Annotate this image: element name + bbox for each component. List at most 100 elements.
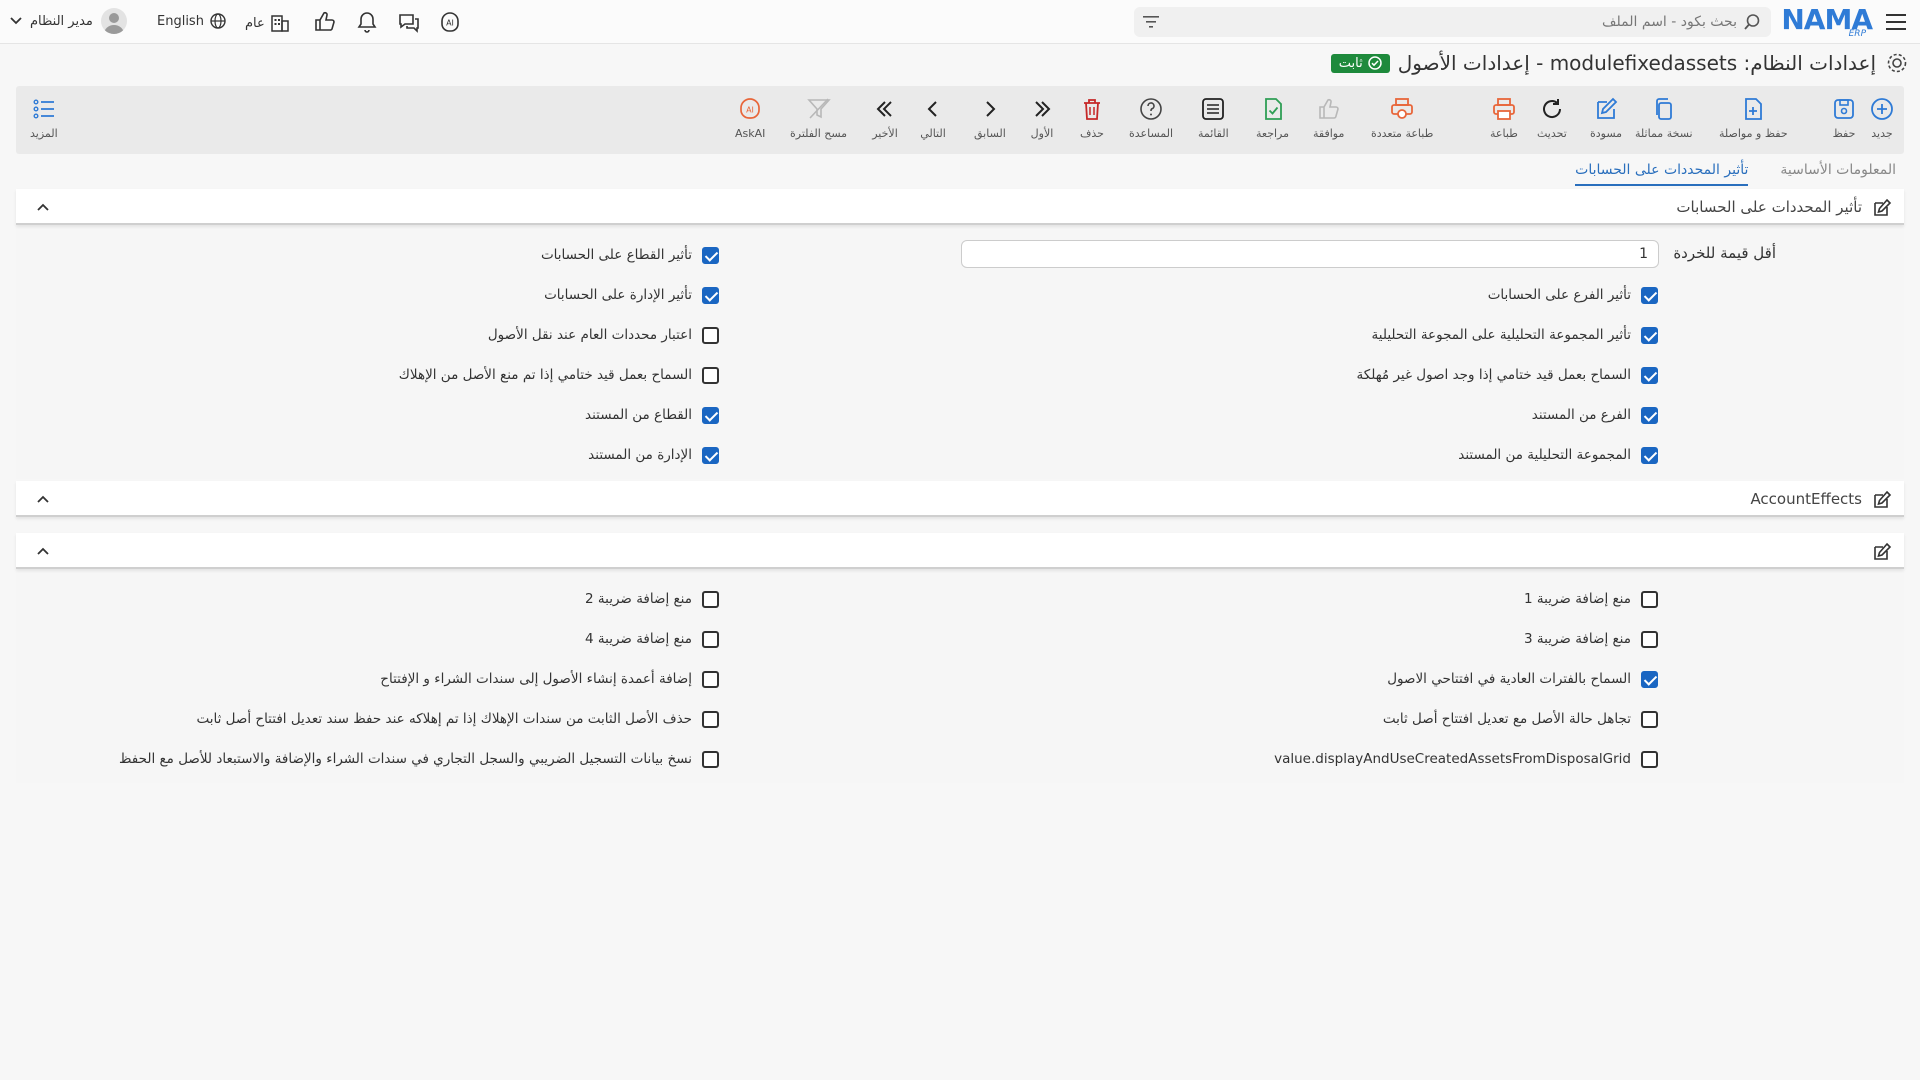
checkbox-row[interactable]: منع إضافة ضريبة 4 [585,628,719,650]
multi-print-button[interactable]: طباعة متعددة [1371,96,1433,140]
thumbs-up-icon[interactable] [313,10,337,34]
top-bar: NAMA ERP AI عام English مدير النظام [0,0,1920,44]
checkbox-row[interactable]: الإدارة من المستند [588,444,719,466]
checkbox-label: إضافة أعمدة إنشاء الأصول إلى سندات الشرا… [380,671,692,687]
askai-button[interactable]: AI AskAI [735,96,765,140]
checkbox-row[interactable]: إضافة أعمدة إنشاء الأصول إلى سندات الشرا… [380,668,719,690]
ai-assistant-icon[interactable]: AI [438,10,462,34]
save-label: حفظ [1832,127,1856,140]
min-scrap-input[interactable] [961,240,1659,268]
checkbox[interactable] [1641,406,1658,424]
search-icon[interactable] [1743,13,1761,31]
tab-basic-info[interactable]: المعلومات الأساسية [1780,158,1896,186]
checkbox[interactable] [702,286,719,304]
language-selector[interactable]: English [157,12,227,30]
checkbox[interactable] [702,446,719,464]
draft-button[interactable]: مسودة [1590,96,1622,140]
bell-icon[interactable] [355,10,379,34]
checkbox-row[interactable]: السماح بعمل قيد ختامي إذا وجد اصول غير م… [1357,364,1658,386]
checkbox[interactable] [1641,366,1658,384]
first-button[interactable]: الأول [1029,96,1055,140]
checkbox-row[interactable]: السماح بعمل قيد ختامي إذا تم منع الأصل م… [399,364,719,386]
filter-icon[interactable] [1142,14,1160,30]
checkbox-row[interactable]: value.displayAndUseCreatedAssetsFromDisp… [1274,748,1658,770]
more-button[interactable]: المزيد [30,96,58,140]
checkbox-row[interactable]: اعتبار محددات العام عند نقل الأصول [488,324,719,346]
help-label: المساعدة [1129,127,1174,140]
checkbox[interactable] [702,630,719,648]
chevron-up-icon[interactable] [36,545,50,557]
new-button[interactable]: جديد [1869,96,1895,140]
print-label: طباعة [1490,127,1518,140]
checkbox-row[interactable]: تأثير الإدارة على الحسابات [544,284,719,306]
status-badge-label: ثابت [1338,55,1363,71]
chevron-up-icon[interactable] [36,201,50,213]
chevron-up-icon[interactable] [36,493,50,505]
checkbox[interactable] [1641,326,1658,344]
delete-button[interactable]: حذف [1079,96,1105,140]
clear-filter-button[interactable]: مسح الفلترة [790,96,847,140]
globe-icon [210,13,226,29]
next-button[interactable]: التالي [920,96,946,140]
edit-icon [1874,198,1892,216]
section-header[interactable]: تأثير المحددات على الحسابات [16,189,1904,225]
checkbox-row[interactable]: حذف الأصل الثابت من سندات الإهلاك إذا تم… [196,708,719,730]
next-label: التالي [920,127,946,140]
section-header[interactable] [16,533,1904,569]
checkbox-row[interactable]: الفرع من المستند [1532,404,1658,426]
checkbox[interactable] [1641,630,1658,648]
list-icon [1202,98,1225,120]
tab-account-effects[interactable]: تأثير المحددات على الحسابات [1575,158,1749,186]
checkbox[interactable] [1641,750,1658,768]
checkbox[interactable] [702,750,719,768]
checkbox[interactable] [702,326,719,344]
review-button[interactable]: مراجعة [1256,96,1289,140]
save-continue-button[interactable]: حفظ و مواصلة [1719,96,1788,140]
checkbox[interactable] [1641,590,1658,608]
checkbox-row[interactable]: منع إضافة ضريبة 2 [585,588,719,610]
save-button[interactable]: حفظ [1831,96,1857,140]
min-scrap-label: أقل قيمة للخردة [1673,244,1776,262]
refresh-button[interactable]: تحديث [1537,96,1567,140]
checkbox[interactable] [702,590,719,608]
checkbox-row[interactable]: تأثير الفرع على الحسابات [1488,284,1658,306]
checkbox[interactable] [702,366,719,384]
double-chevron-right-icon [1035,101,1051,117]
print-button[interactable]: طباعة [1490,96,1518,140]
list-button[interactable]: القائمة [1198,96,1229,140]
multi-print-label: طباعة متعددة [1371,127,1434,140]
messages-icon[interactable] [397,10,421,34]
double-chevron-left-icon [876,101,892,117]
checkbox[interactable] [1641,670,1658,688]
checkbox[interactable] [1641,446,1658,464]
checkbox-row[interactable]: السماح بالفترات العادية في افتتاحي الاصو… [1387,668,1658,690]
checkbox[interactable] [702,670,719,688]
checkbox-row[interactable]: منع إضافة ضريبة 1 [1524,588,1658,610]
checkbox[interactable] [702,246,719,264]
checkbox-row[interactable]: المجموعة التحليلية من المستند [1458,444,1658,466]
organization-selector[interactable]: عام [245,12,291,34]
last-button[interactable]: الأخير [872,96,898,140]
copy-button[interactable]: نسخة مماثلة [1635,96,1693,140]
checkbox[interactable] [702,710,719,728]
previous-button[interactable]: السابق [974,96,1006,140]
checkbox-row[interactable]: تأثير القطاع على الحسابات [541,244,719,266]
checkbox-row[interactable]: نسخ بيانات التسجيل الضريبي والسجل التجار… [119,748,719,770]
checkbox-row[interactable]: القطاع من المستند [585,404,719,426]
checkbox[interactable] [1641,286,1658,304]
search-box[interactable] [1134,7,1771,37]
checkbox-row[interactable]: منع إضافة ضريبة 3 [1524,628,1658,650]
checkbox-row[interactable]: تأثير المجموعة التحليلية على المجوعة الت… [1372,324,1658,346]
checkbox[interactable] [702,406,719,424]
menu-icon[interactable] [1884,11,1908,33]
checkbox-row[interactable]: تجاهل حالة الأصل مع تعديل افتتاح أصل ثاب… [1383,708,1658,730]
logo[interactable]: NAMA ERP [1781,5,1873,40]
checkbox[interactable] [1641,710,1658,728]
approve-button[interactable]: موافقة [1313,96,1344,140]
checkbox-label: الإدارة من المستند [588,447,692,463]
help-button[interactable]: المساعدة [1129,96,1173,140]
last-label: الأخير [872,127,898,140]
user-menu[interactable]: مدير النظام [10,8,127,34]
section-header[interactable]: AccountEffects [16,481,1904,517]
search-input[interactable] [1217,10,1737,34]
